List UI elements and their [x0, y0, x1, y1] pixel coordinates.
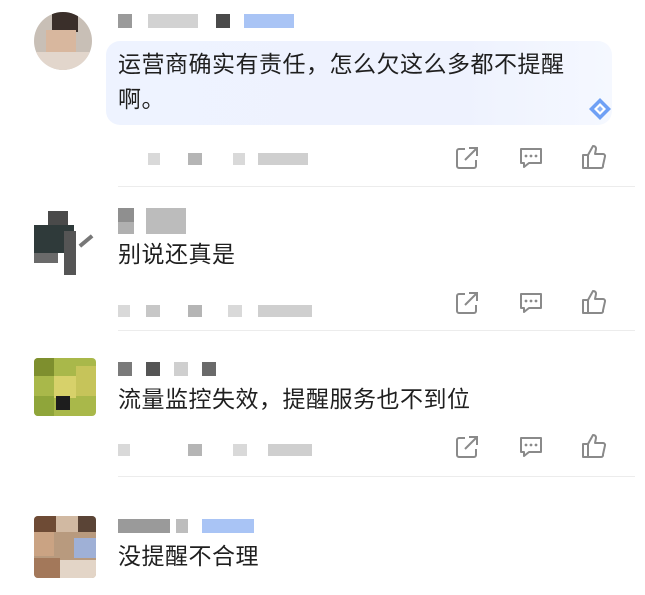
reply-icon[interactable]: [516, 143, 546, 173]
comment-text: 运营商确实有责任，怎么欠这么多都不提醒啊。: [118, 52, 565, 113]
share-icon[interactable]: [452, 143, 482, 173]
like-icon[interactable]: [579, 287, 609, 317]
share-icon[interactable]: [452, 288, 482, 318]
like-icon[interactable]: [579, 142, 609, 172]
reply-icon[interactable]: [516, 432, 546, 462]
comment-text: 别说还真是: [118, 242, 236, 268]
share-icon[interactable]: [452, 432, 482, 462]
divider: [118, 186, 635, 187]
reply-icon[interactable]: [516, 288, 546, 318]
divider: [118, 476, 635, 477]
diamond-badge-icon: [589, 98, 611, 120]
avatar[interactable]: [34, 211, 96, 275]
avatar[interactable]: [34, 516, 96, 578]
divider: [118, 330, 635, 331]
comment-text: 流量监控失效，提醒服务也不到位: [118, 387, 471, 413]
comment-text: 没提醒不合理: [118, 544, 259, 570]
avatar[interactable]: [34, 12, 92, 70]
avatar[interactable]: [34, 358, 96, 416]
like-icon[interactable]: [579, 431, 609, 461]
